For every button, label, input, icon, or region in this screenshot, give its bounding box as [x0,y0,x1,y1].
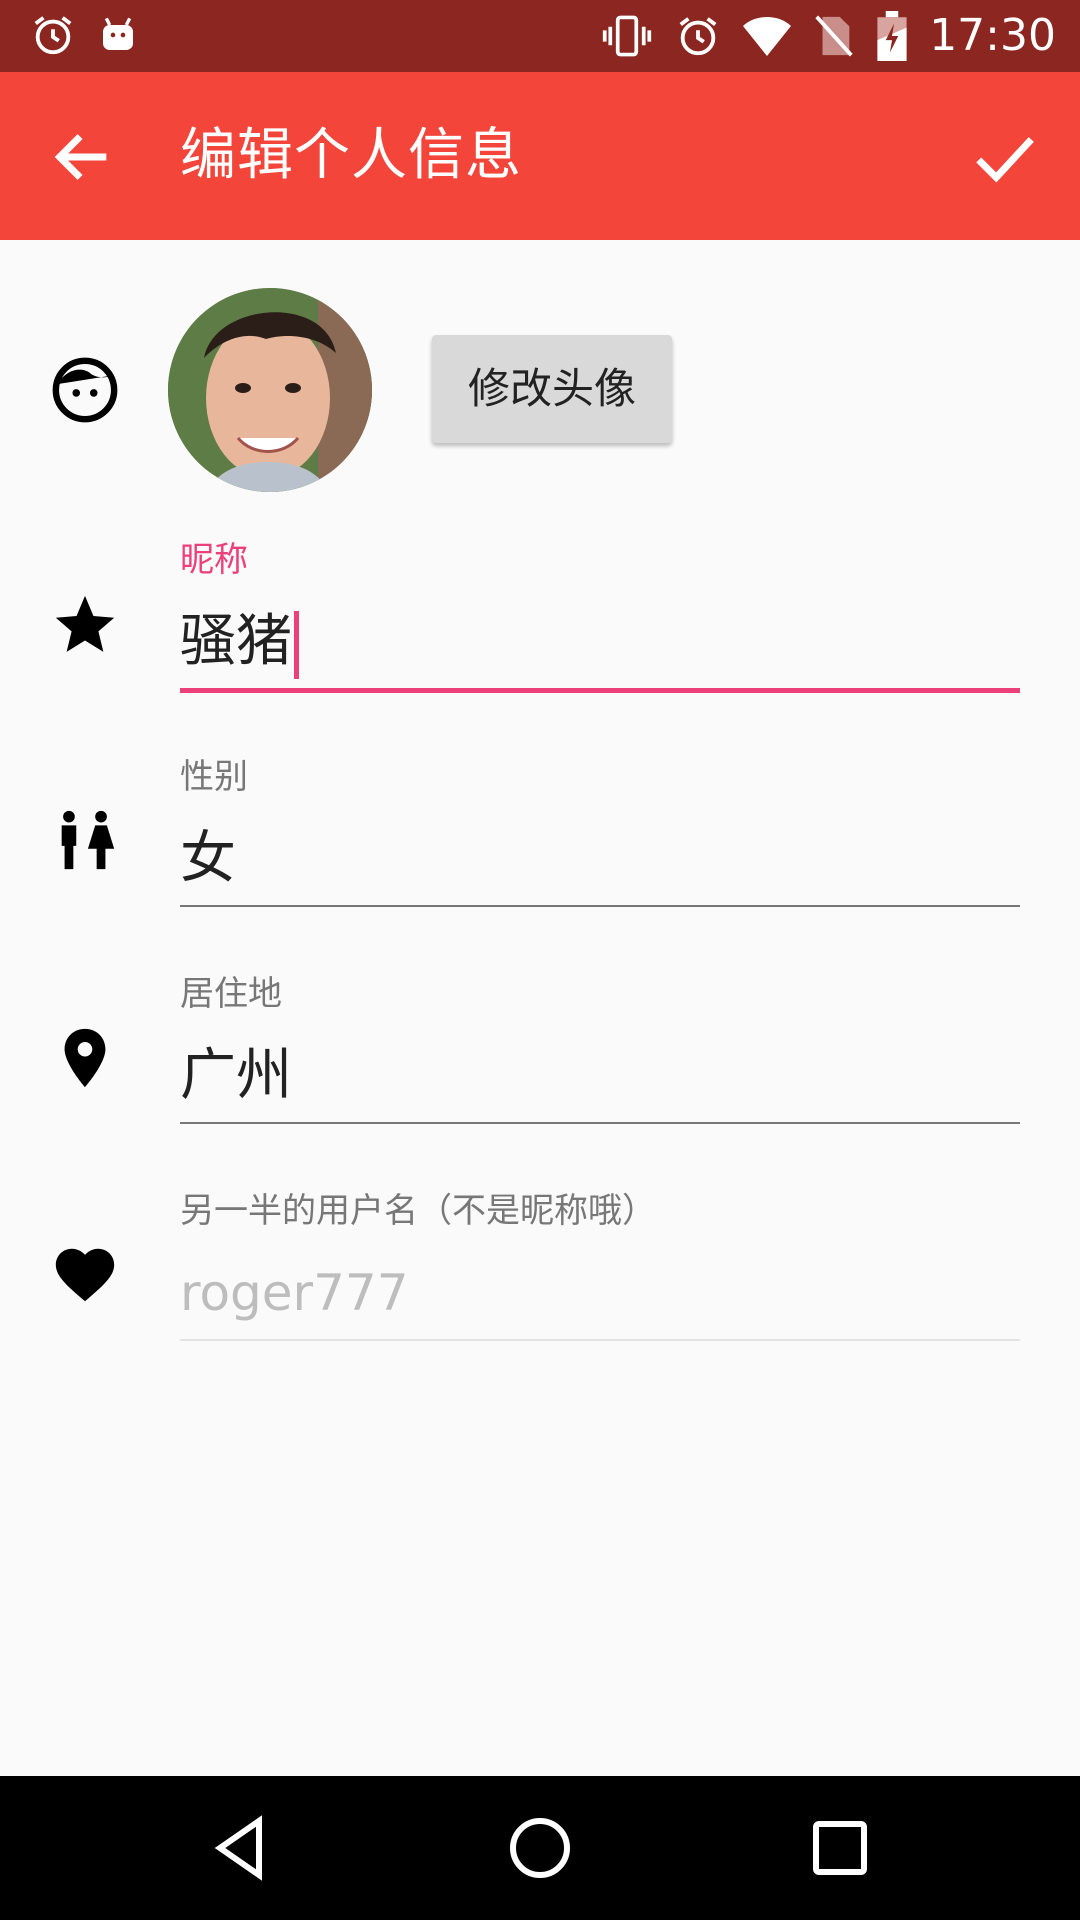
change-avatar-button[interactable]: 修改头像 [432,335,672,443]
partner-username-underline [180,1339,1020,1341]
residence-label: 居住地 [180,974,282,1014]
residence-underline [180,1122,1020,1124]
gender-label: 性别 [180,757,248,797]
navigation-bar [0,1776,1080,1920]
android-icon [103,17,133,50]
clock-text: 17:30 [929,10,1056,61]
face-icon [52,357,118,423]
app-toolbar: 编辑个人信息 [0,72,1080,240]
alarm-icon [679,17,717,56]
partner-username-field[interactable]: 另一半的用户名（不是昵称哦） roger777 [180,1189,1020,1341]
avatar[interactable] [168,288,372,492]
wc-icon [61,810,115,870]
text-cursor [294,610,299,679]
page-title: 编辑个人信息 [180,123,522,188]
partner-username-input[interactable]: roger777 [180,1255,1020,1331]
back-triangle-icon[interactable] [205,1812,277,1884]
nickname-input[interactable]: 骚猪 [180,604,1020,680]
check-icon[interactable] [970,122,1040,192]
nickname-label: 昵称 [180,540,248,580]
wifi-icon [743,17,792,56]
gender-input[interactable]: 女 [180,821,1020,897]
partner-username-label: 另一半的用户名（不是昵称哦） [180,1191,656,1231]
residence-input[interactable]: 广州 [180,1038,1020,1114]
gender-underline [180,905,1020,907]
battery-charging-icon [877,11,907,61]
nickname-field[interactable]: 昵称 骚猪 [180,538,1020,693]
residence-field[interactable]: 居住地 广州 [180,972,1020,1124]
nickname-value: 骚猪 [180,609,292,674]
location-pin-icon [64,1028,106,1088]
arrow-back-icon[interactable] [48,122,118,192]
vibrate-icon [603,15,652,57]
alarm-icon [34,16,72,55]
heart-icon [55,1248,115,1302]
gender-field[interactable]: 性别 女 [180,755,1020,907]
nickname-underline [180,688,1020,693]
status-bar: 17:30 [0,0,1080,72]
star-icon [55,595,115,652]
home-circle-icon[interactable] [504,1812,576,1884]
no-sim-icon [815,15,853,57]
recents-square-icon[interactable] [804,1812,876,1884]
